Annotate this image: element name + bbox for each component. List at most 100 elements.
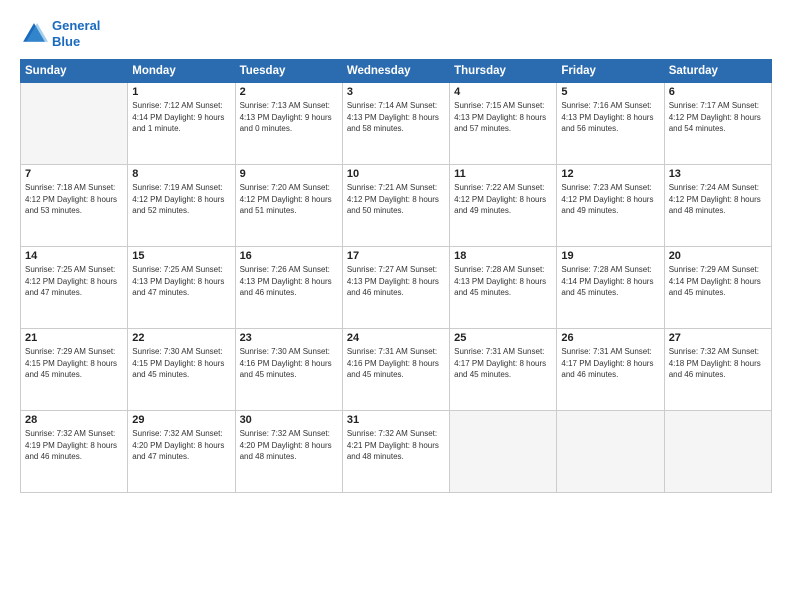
day-number: 10	[347, 168, 445, 180]
calendar-cell: 4 Sunrise: 7:15 AM Sunset: 4:13 PM Daylig…	[450, 83, 557, 165]
day-detail: Sunrise: 7:31 AM Sunset: 4:17 PM Dayligh…	[454, 346, 552, 381]
day-detail: Sunrise: 7:19 AM Sunset: 4:12 PM Dayligh…	[132, 182, 230, 217]
calendar-cell: 23 Sunrise: 7:30 AM Sunset: 4:16 PM Dayli…	[235, 329, 342, 411]
calendar-week-row: 14 Sunrise: 7:25 AM Sunset: 4:12 PM Dayli…	[21, 247, 772, 329]
calendar-cell: 12 Sunrise: 7:23 AM Sunset: 4:12 PM Dayli…	[557, 165, 664, 247]
day-detail: Sunrise: 7:29 AM Sunset: 4:14 PM Dayligh…	[669, 264, 767, 299]
calendar-cell: 30Sunrise: 7:32 AM Sunset: 4:20 PM Dayli…	[235, 411, 342, 493]
day-detail: Sunrise: 7:28 AM Sunset: 4:13 PM Dayligh…	[454, 264, 552, 299]
header: General Blue	[20, 18, 772, 49]
day-number: 12	[561, 168, 659, 180]
weekday-header: Saturday	[664, 60, 771, 83]
weekday-header: Tuesday	[235, 60, 342, 83]
day-detail: Sunrise: 7:25 AM Sunset: 4:12 PM Dayligh…	[25, 264, 123, 299]
day-detail: Sunrise: 7:32 AM Sunset: 4:18 PM Dayligh…	[669, 346, 767, 381]
day-detail: Sunrise: 7:21 AM Sunset: 4:12 PM Dayligh…	[347, 182, 445, 217]
calendar-cell: 18 Sunrise: 7:28 AM Sunset: 4:13 PM Dayli…	[450, 247, 557, 329]
day-detail: Sunrise: 7:32 AM Sunset: 4:21 PM Dayligh…	[347, 428, 445, 463]
calendar-cell: 11 Sunrise: 7:22 AM Sunset: 4:12 PM Dayli…	[450, 165, 557, 247]
day-detail: Sunrise: 7:31 AM Sunset: 4:16 PM Dayligh…	[347, 346, 445, 381]
calendar-cell: 19Sunrise: 7:28 AM Sunset: 4:14 PM Dayli…	[557, 247, 664, 329]
day-number: 15	[132, 250, 230, 262]
day-number: 6	[669, 86, 767, 98]
weekday-header: Friday	[557, 60, 664, 83]
calendar-cell	[557, 411, 664, 493]
weekday-header: Thursday	[450, 60, 557, 83]
calendar-cell: 17 Sunrise: 7:27 AM Sunset: 4:13 PM Dayli…	[342, 247, 449, 329]
day-detail: Sunrise: 7:17 AM Sunset: 4:12 PM Dayligh…	[669, 100, 767, 135]
day-detail: Sunrise: 7:30 AM Sunset: 4:16 PM Dayligh…	[240, 346, 338, 381]
day-number: 8	[132, 168, 230, 180]
day-detail: Sunrise: 7:28 AM Sunset: 4:14 PM Dayligh…	[561, 264, 659, 299]
calendar-cell	[664, 411, 771, 493]
day-detail: Sunrise: 7:18 AM Sunset: 4:12 PM Dayligh…	[25, 182, 123, 217]
logo-icon	[20, 20, 48, 48]
calendar-cell: 16 Sunrise: 7:26 AM Sunset: 4:13 PM Dayli…	[235, 247, 342, 329]
day-detail: Sunrise: 7:27 AM Sunset: 4:13 PM Dayligh…	[347, 264, 445, 299]
day-number: 17	[347, 250, 445, 262]
day-detail: Sunrise: 7:32 AM Sunset: 4:20 PM Dayligh…	[240, 428, 338, 463]
calendar-cell: 5 Sunrise: 7:16 AM Sunset: 4:13 PM Daylig…	[557, 83, 664, 165]
calendar-week-row: 7 Sunrise: 7:18 AM Sunset: 4:12 PM Daylig…	[21, 165, 772, 247]
day-detail: Sunrise: 7:25 AM Sunset: 4:13 PM Dayligh…	[132, 264, 230, 299]
day-detail: Sunrise: 7:32 AM Sunset: 4:20 PM Dayligh…	[132, 428, 230, 463]
day-number: 1	[132, 86, 230, 98]
calendar-cell: 1 Sunrise: 7:12 AM Sunset: 4:14 PM Daylig…	[128, 83, 235, 165]
day-number: 18	[454, 250, 552, 262]
calendar-cell: 3Sunrise: 7:14 AM Sunset: 4:13 PM Daylig…	[342, 83, 449, 165]
day-number: 7	[25, 168, 123, 180]
day-number: 3	[347, 86, 445, 98]
weekday-header: Sunday	[21, 60, 128, 83]
calendar-cell: 6 Sunrise: 7:17 AM Sunset: 4:12 PM Daylig…	[664, 83, 771, 165]
calendar-header-row: SundayMondayTuesdayWednesdayThursdayFrid…	[21, 60, 772, 83]
logo-text: General Blue	[52, 18, 100, 49]
calendar-cell: 14 Sunrise: 7:25 AM Sunset: 4:12 PM Dayli…	[21, 247, 128, 329]
day-number: 16	[240, 250, 338, 262]
day-detail: Sunrise: 7:26 AM Sunset: 4:13 PM Dayligh…	[240, 264, 338, 299]
calendar-cell	[450, 411, 557, 493]
day-number: 20	[669, 250, 767, 262]
day-number: 29	[132, 414, 230, 426]
calendar-cell: 24Sunrise: 7:31 AM Sunset: 4:16 PM Dayli…	[342, 329, 449, 411]
day-number: 4	[454, 86, 552, 98]
day-detail: Sunrise: 7:12 AM Sunset: 4:14 PM Dayligh…	[132, 100, 230, 135]
day-number: 2	[240, 86, 338, 98]
day-detail: Sunrise: 7:22 AM Sunset: 4:12 PM Dayligh…	[454, 182, 552, 217]
day-detail: Sunrise: 7:13 AM Sunset: 4:13 PM Dayligh…	[240, 100, 338, 135]
calendar-body: 1 Sunrise: 7:12 AM Sunset: 4:14 PM Daylig…	[21, 83, 772, 493]
day-detail: Sunrise: 7:23 AM Sunset: 4:12 PM Dayligh…	[561, 182, 659, 217]
day-detail: Sunrise: 7:32 AM Sunset: 4:19 PM Dayligh…	[25, 428, 123, 463]
day-detail: Sunrise: 7:30 AM Sunset: 4:15 PM Dayligh…	[132, 346, 230, 381]
day-number: 25	[454, 332, 552, 344]
day-detail: Sunrise: 7:29 AM Sunset: 4:15 PM Dayligh…	[25, 346, 123, 381]
calendar-cell: 20 Sunrise: 7:29 AM Sunset: 4:14 PM Dayli…	[664, 247, 771, 329]
calendar-cell: 28 Sunrise: 7:32 AM Sunset: 4:19 PM Dayli…	[21, 411, 128, 493]
day-number: 5	[561, 86, 659, 98]
day-number: 26	[561, 332, 659, 344]
calendar-week-row: 28 Sunrise: 7:32 AM Sunset: 4:19 PM Dayli…	[21, 411, 772, 493]
day-number: 22	[132, 332, 230, 344]
calendar-cell: 13Sunrise: 7:24 AM Sunset: 4:12 PM Dayli…	[664, 165, 771, 247]
calendar-cell: 29 Sunrise: 7:32 AM Sunset: 4:20 PM Dayli…	[128, 411, 235, 493]
day-number: 11	[454, 168, 552, 180]
calendar-cell: 7 Sunrise: 7:18 AM Sunset: 4:12 PM Daylig…	[21, 165, 128, 247]
calendar-cell: 8 Sunrise: 7:19 AM Sunset: 4:12 PM Daylig…	[128, 165, 235, 247]
day-detail: Sunrise: 7:16 AM Sunset: 4:13 PM Dayligh…	[561, 100, 659, 135]
day-number: 23	[240, 332, 338, 344]
calendar-cell: 22 Sunrise: 7:30 AM Sunset: 4:15 PM Dayli…	[128, 329, 235, 411]
calendar-cell: 26 Sunrise: 7:31 AM Sunset: 4:17 PM Dayli…	[557, 329, 664, 411]
day-number: 28	[25, 414, 123, 426]
calendar: SundayMondayTuesdayWednesdayThursdayFrid…	[20, 59, 772, 493]
calendar-cell	[21, 83, 128, 165]
day-detail: Sunrise: 7:15 AM Sunset: 4:13 PM Dayligh…	[454, 100, 552, 135]
day-number: 13	[669, 168, 767, 180]
weekday-header: Wednesday	[342, 60, 449, 83]
day-number: 14	[25, 250, 123, 262]
calendar-cell: 27 Sunrise: 7:32 AM Sunset: 4:18 PM Dayli…	[664, 329, 771, 411]
day-detail: Sunrise: 7:31 AM Sunset: 4:17 PM Dayligh…	[561, 346, 659, 381]
calendar-cell: 25 Sunrise: 7:31 AM Sunset: 4:17 PM Dayli…	[450, 329, 557, 411]
page: General Blue SundayMondayTuesdayWednesda…	[0, 0, 792, 612]
logo: General Blue	[20, 18, 100, 49]
calendar-week-row: 21Sunrise: 7:29 AM Sunset: 4:15 PM Dayli…	[21, 329, 772, 411]
day-number: 27	[669, 332, 767, 344]
